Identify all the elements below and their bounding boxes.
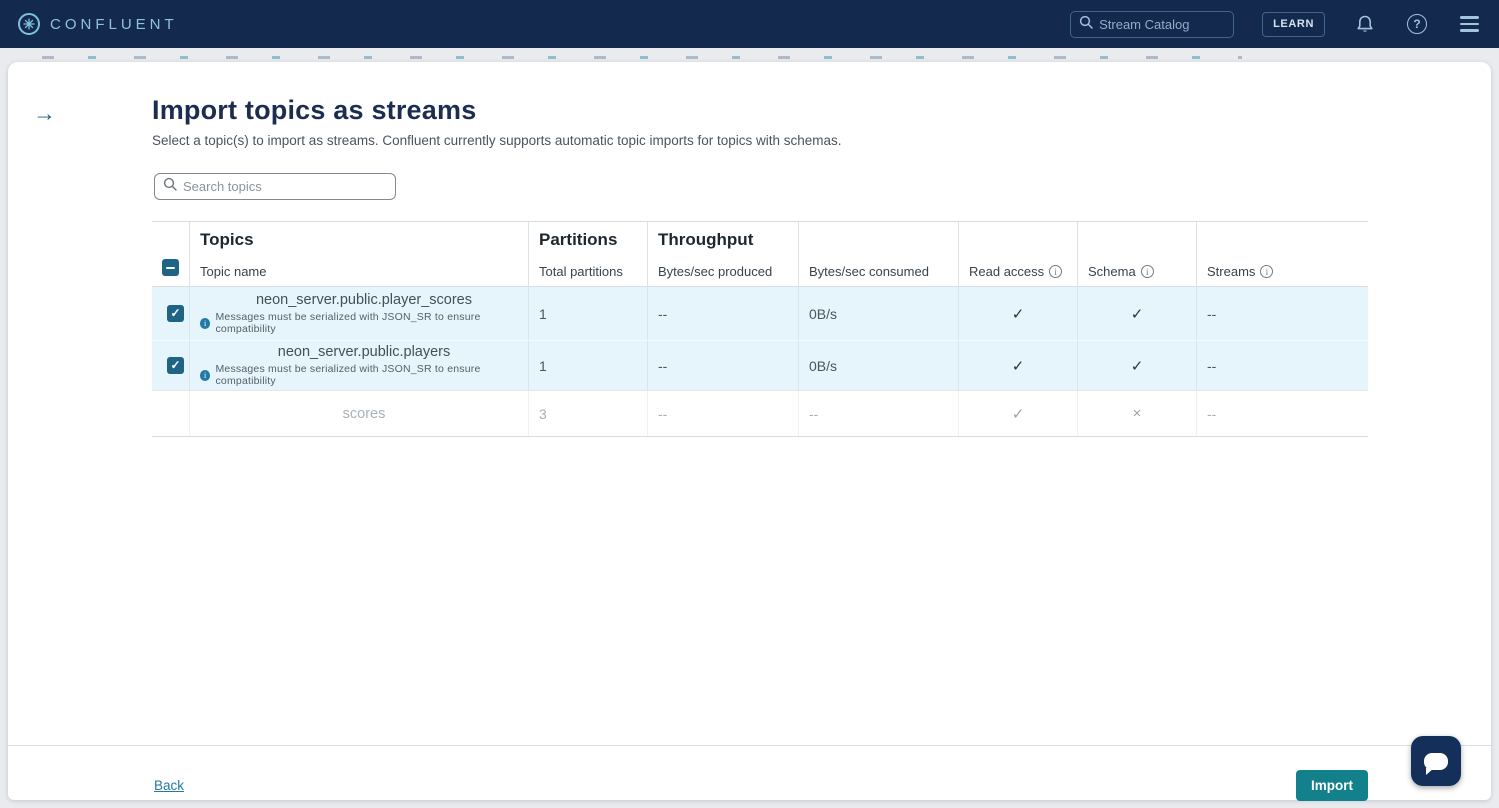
menu-icon[interactable] [1457, 12, 1481, 36]
topic-name: neon_server.public.players [278, 344, 451, 360]
topic-note-text: Messages must be serialized with JSON_SR… [215, 363, 528, 387]
chat-bubble-icon [1424, 753, 1448, 770]
table-row[interactable]: neon_server.public.player_scores Message… [152, 287, 1368, 340]
bytes-produced-label: Bytes/sec produced [658, 264, 798, 279]
search-icon [1079, 15, 1093, 34]
streams-info-icon[interactable] [1260, 265, 1273, 278]
topic-name-cell: neon_server.public.players Messages must… [190, 341, 529, 390]
bytes-produced-cell: -- [648, 287, 799, 340]
streams-label: Streams [1207, 264, 1255, 279]
confluent-logo[interactable]: CONFLUENT [18, 13, 178, 35]
streams-cell: -- [1197, 287, 1368, 340]
collapse-arrow-icon[interactable]: → [33, 100, 63, 126]
bytes-consumed-cell: -- [799, 391, 959, 436]
notifications-bell-icon[interactable] [1353, 12, 1377, 36]
topic-search-input[interactable] [183, 179, 373, 194]
schema-check: ✓ [1131, 357, 1144, 375]
brand-name: CONFLUENT [50, 16, 178, 33]
bytes-consumed-label: Bytes/sec consumed [809, 264, 958, 279]
chat-widget-button[interactable] [1411, 736, 1461, 786]
top-navbar: CONFLUENT LEARN [0, 0, 1499, 48]
row-checkbox-cell [152, 287, 190, 340]
streams-cell: -- [1197, 341, 1368, 390]
header-read-access: Read access [959, 222, 1078, 286]
total-partitions-label: Total partitions [539, 264, 647, 279]
row-checkbox-cell [152, 391, 190, 436]
read-access-check: ✓ [1012, 305, 1025, 323]
help-icon[interactable] [1405, 12, 1429, 36]
search-icon [163, 177, 177, 196]
schema-x: × [1133, 405, 1142, 422]
header-partitions: Partitions Total partitions [529, 222, 648, 286]
read-access-label: Read access [969, 264, 1044, 279]
header-bytes-consumed: Bytes/sec consumed [799, 222, 959, 286]
read-access-check: ✓ [1012, 405, 1025, 423]
row-checkbox-cell [152, 341, 190, 390]
table-row[interactable]: neon_server.public.players Messages must… [152, 340, 1368, 390]
confluent-spark-icon [18, 13, 40, 35]
header-checkbox-cell [152, 222, 190, 286]
read-access-info-icon[interactable] [1049, 265, 1062, 278]
page-subtitle: Select a topic(s) to import as streams. … [152, 133, 842, 148]
partitions-group-label: Partitions [539, 230, 647, 250]
topics-group-label: Topics [200, 230, 528, 250]
topic-note-text: Messages must be serialized with JSON_SR… [215, 311, 528, 335]
footer-divider [8, 745, 1491, 746]
read-access-check: ✓ [1012, 357, 1025, 375]
topic-name: scores [343, 406, 386, 422]
schema-check: ✓ [1131, 305, 1144, 323]
schema-label: Schema [1088, 264, 1136, 279]
import-button[interactable]: Import [1296, 770, 1368, 801]
select-all-checkbox[interactable] [162, 259, 179, 276]
bytes-produced-cell: -- [648, 341, 799, 390]
navbar-actions: LEARN [1070, 11, 1481, 38]
table-header: Topics Topic name Partitions Total parti… [152, 221, 1368, 287]
partitions-cell: 3 [529, 391, 648, 436]
partitions-cell: 1 [529, 341, 648, 390]
partitions-cell: 1 [529, 287, 648, 340]
topic-search-box[interactable] [154, 173, 396, 200]
throughput-group-label: Throughput [658, 230, 798, 250]
row-checkbox[interactable] [167, 357, 184, 374]
stream-catalog-input[interactable] [1099, 17, 1219, 32]
topic-note: Messages must be serialized with JSON_SR… [200, 311, 528, 335]
stream-catalog-search[interactable] [1070, 11, 1234, 38]
page-title: Import topics as streams [152, 95, 476, 126]
breadcrumb-clipped [42, 56, 1242, 59]
schema-info-icon[interactable] [1141, 265, 1154, 278]
row-checkbox[interactable] [167, 305, 184, 322]
app-root: CONFLUENT LEARN → Import topics [0, 0, 1499, 808]
topic-name-label: Topic name [200, 264, 528, 279]
bytes-consumed-cell: 0B/s [799, 341, 959, 390]
topic-name-cell: scores [190, 391, 529, 436]
header-topics: Topics Topic name [190, 222, 529, 286]
bytes-produced-cell: -- [648, 391, 799, 436]
header-streams: Streams [1197, 222, 1368, 286]
table-row-disabled: scores 3 -- -- ✓ × -- [152, 390, 1368, 437]
bytes-consumed-cell: 0B/s [799, 287, 959, 340]
header-schema: Schema [1078, 222, 1197, 286]
topic-name: neon_server.public.player_scores [256, 292, 472, 308]
topic-note: Messages must be serialized with JSON_SR… [200, 363, 528, 387]
header-bytes-produced: Throughput Bytes/sec produced [648, 222, 799, 286]
topic-name-cell: neon_server.public.player_scores Message… [190, 287, 529, 340]
info-icon [200, 370, 210, 381]
back-link[interactable]: Back [154, 778, 184, 793]
topics-table: Topics Topic name Partitions Total parti… [152, 221, 1368, 437]
streams-cell: -- [1197, 391, 1368, 436]
learn-button[interactable]: LEARN [1262, 12, 1325, 37]
import-topics-panel: → Import topics as streams Select a topi… [8, 62, 1491, 800]
info-icon [200, 318, 210, 329]
